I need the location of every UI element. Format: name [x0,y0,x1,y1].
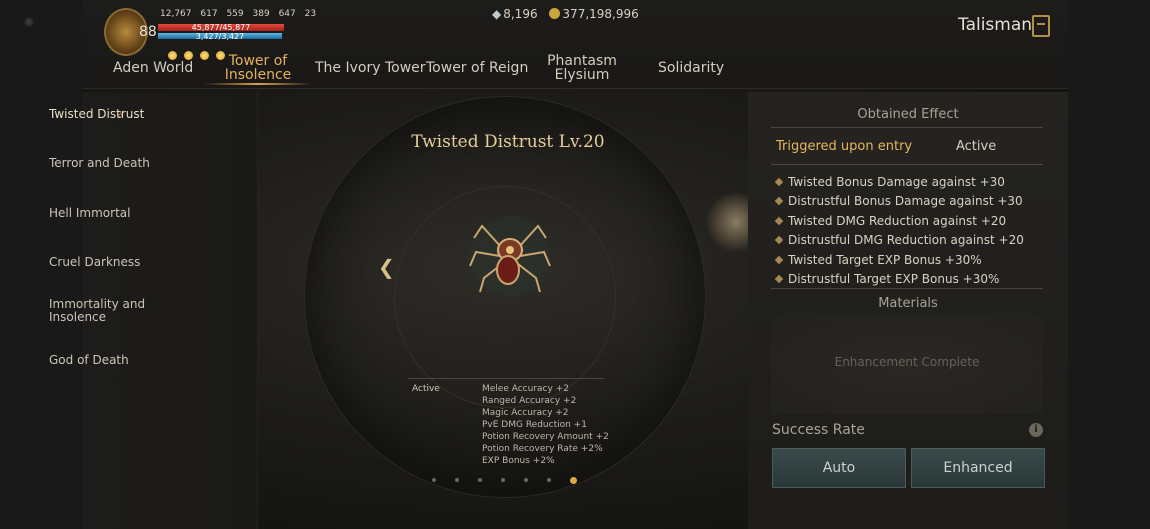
active-effect-item: PvE DMG Reduction +1 [482,420,587,430]
diamond-bullet-icon [774,255,784,265]
buff-orb-icon [168,51,177,60]
active-effect-item: Potion Recovery Rate +2% [482,444,603,454]
stat-6: 23 [304,9,317,19]
panel-divider [771,164,1043,165]
effect-text: Twisted Target EXP Bonus +30% [788,253,982,267]
active-tab-underline [204,83,312,85]
tab-triggered-upon-entry[interactable]: Triggered upon entry [776,139,912,154]
obtained-effect-row: Twisted Bonus Damage against +30 [774,175,1005,189]
effect-text: Distrustful Target EXP Bonus +30% [788,272,1000,286]
stat-4: 389 [252,9,270,19]
success-rate-label: Success Rate [772,422,865,438]
talisman-title: Twisted Distrust Lv.20 [411,132,605,152]
obtained-effect-title: Obtained Effect [857,107,959,122]
effect-text: Twisted Bonus Damage against +30 [788,175,1005,189]
menu-item-terror-and-death[interactable]: Terror and Death [49,157,150,170]
menu-item-immortality-and-insolence[interactable]: Immortality and Insolence [49,298,149,324]
buff-orb-icon [184,51,193,60]
active-effect-item: Ranged Accuracy +2 [482,396,577,406]
effect-text: Distrustful Bonus Damage against +30 [788,194,1023,208]
indicator-dot [26,19,32,25]
active-label: Active [412,384,440,394]
effects-divider [408,378,604,379]
app-frame: 88 12,767 617 559 389 647 23 45,877/45,8… [0,0,1150,529]
buff-orb-icon [200,51,209,60]
tab-solidarity[interactable]: Solidarity [658,61,724,75]
obtained-effect-row: Distrustful DMG Reduction against +20 [774,233,1024,247]
effect-text: Distrustful DMG Reduction against +20 [788,233,1024,247]
tab-phantasm-elysium[interactable]: Phantasm Elysium [543,54,621,82]
diamond-bullet-icon [774,177,784,187]
stat-2: 617 [200,9,218,19]
active-effects-list: Melee Accuracy +2 Ranged Accuracy +2 Mag… [482,383,609,467]
menu-item-cruel-darkness[interactable]: Cruel Darkness [49,256,140,269]
diamond-bullet-icon [774,235,784,245]
enhanced-button[interactable]: Enhanced [911,448,1045,488]
active-effect-item: EXP Bonus +2% [482,456,555,466]
stat-5: 647 [278,9,296,19]
page-dot[interactable] [547,478,551,482]
obtained-effect-row: Twisted DMG Reduction against +20 [774,214,1006,228]
currency-display: ◆ 8,196 377,198,996 [492,7,639,21]
panel-divider [771,288,1043,289]
diamond-bullet-icon [774,196,784,206]
page-dot[interactable] [478,478,482,482]
page-dot[interactable] [570,477,577,484]
page-dot[interactable] [432,478,436,482]
hp-text: 45,877/45,877 [191,23,251,32]
menu-item-god-of-death[interactable]: God of Death [49,354,129,367]
active-effect-item: Magic Accuracy +2 [482,408,569,418]
gem-amount: 8,196 [503,7,538,21]
spider-talisman-icon [469,216,551,296]
diamond-bullet-icon [774,274,784,284]
menu-item-hell-immortal[interactable]: Hell Immortal [49,207,130,220]
obtained-effect-row: Twisted Target EXP Bonus +30% [774,253,982,267]
tab-tower-of-reign[interactable]: Tower of Reign [426,61,528,75]
active-effect-item: Melee Accuracy +2 [482,384,569,394]
tab-aden-world[interactable]: Aden World [113,61,193,75]
page-dot[interactable] [501,478,505,482]
exit-icon[interactable] [1032,15,1050,37]
active-effect-item: Potion Recovery Amount +2 [482,432,609,442]
page-dot[interactable] [455,478,459,482]
stat-1: 12,767 [160,9,192,19]
obtained-effect-row: Distrustful Target EXP Bonus +30% [774,272,999,286]
gold-amount: 377,198,996 [562,7,639,21]
right-margin [1068,0,1150,529]
character-level: 88 [139,24,157,40]
panel-divider [771,127,1043,128]
gem-icon: ◆ [492,7,502,21]
materials-title: Materials [878,296,938,311]
mp-text: 3,427/3,427 [195,32,245,41]
stat-3: 559 [226,9,244,19]
previous-arrow-icon[interactable]: ❮ [378,255,395,279]
tab-tower-of-insolence[interactable]: Tower of Insolence [214,54,302,82]
stat-readouts: 12,767 617 559 389 647 23 [160,9,322,19]
diamond-bullet-icon [774,216,784,226]
tab-active[interactable]: Active [956,139,996,154]
page-dot[interactable] [524,478,528,482]
gold-coin-icon [549,8,561,19]
menu-item-twisted-distrust[interactable]: Twisted Distrust [49,108,144,121]
materials-status: Enhancement Complete [834,355,980,369]
tab-ivory-tower[interactable]: The Ivory Tower [315,61,426,75]
info-icon[interactable]: i [1029,423,1043,437]
obtained-effect-row: Distrustful Bonus Damage against +30 [774,194,1023,208]
page-title: Talisman [958,15,1033,35]
auto-button[interactable]: Auto [772,448,906,488]
effect-text: Twisted DMG Reduction against +20 [788,214,1007,228]
